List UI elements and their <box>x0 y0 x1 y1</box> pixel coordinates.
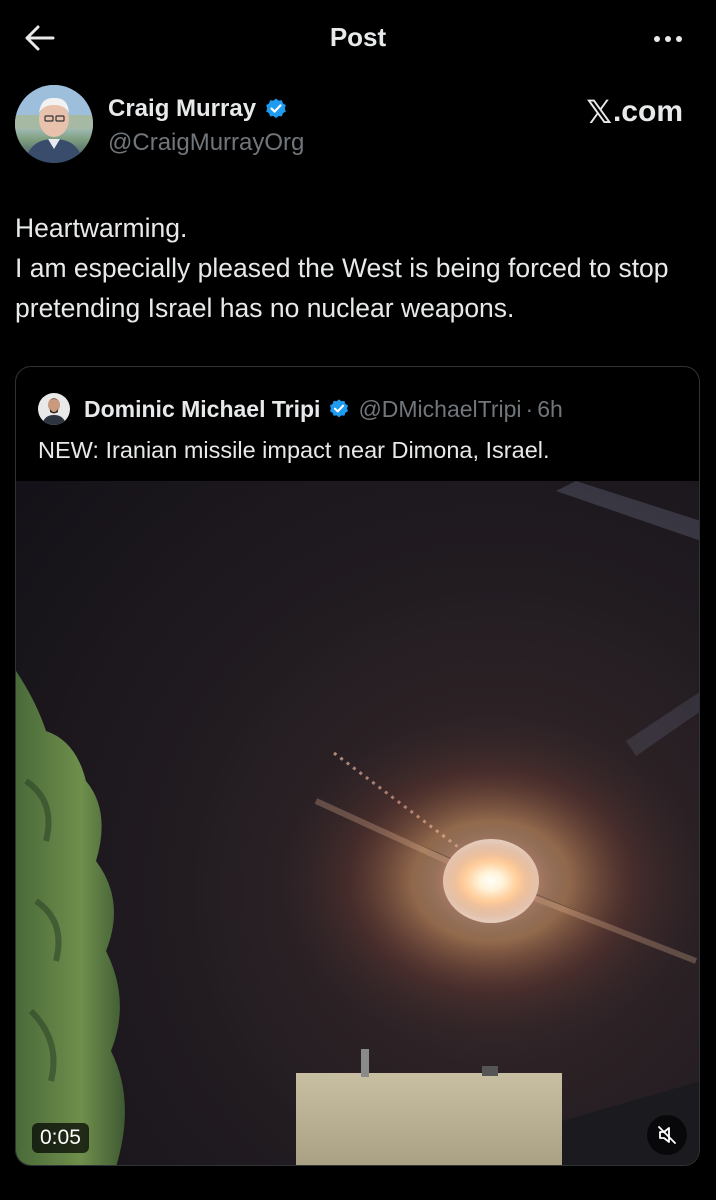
quoted-post-text: NEW: Iranian missile impact near Dimona,… <box>38 437 550 463</box>
avatar-portrait <box>15 85 93 163</box>
quoted-post-time: 6h <box>537 395 563 422</box>
quoted-author-avatar[interactable] <box>38 393 70 425</box>
video-frame <box>16 481 699 1165</box>
author-name-text: Craig Murray <box>108 95 257 122</box>
more-options-button[interactable] <box>646 24 690 54</box>
page-title: Post <box>329 22 387 52</box>
top-bar: Post <box>0 0 716 76</box>
author-name[interactable]: Craig Murray <box>108 95 288 123</box>
video-player[interactable]: 0:05 <box>16 481 699 1165</box>
quoted-avatar-portrait <box>38 393 70 425</box>
quoted-author-name[interactable]: Dominic Michael Tripi <box>84 396 320 423</box>
author-avatar[interactable] <box>15 85 93 163</box>
post-text: Heartwarming. I am especially pleased th… <box>15 213 669 323</box>
quoted-post-header: Dominic Michael Tripi @DMichaelTripi · 6h <box>38 393 563 425</box>
meta-separator: · <box>525 395 534 422</box>
site-domain-text: .com <box>612 95 683 128</box>
post-author: Craig Murray @CraigMurrayOrg 𝕏 .com <box>15 85 701 167</box>
x-logo-icon: 𝕏 <box>586 94 612 130</box>
speaker-muted-icon <box>658 1126 676 1144</box>
quoted-post-card[interactable]: Dominic Michael Tripi @DMichaelTripi · 6h … <box>15 366 700 1166</box>
video-duration: 0:05 <box>32 1123 89 1153</box>
quoted-author-handle[interactable]: @DMichaelTripi <box>358 396 521 423</box>
verified-badge-icon <box>266 98 286 119</box>
x-com-watermark: 𝕏 .com <box>586 93 683 131</box>
author-handle[interactable]: @CraigMurrayOrg <box>108 129 304 157</box>
more-horizontal-icon <box>654 36 682 42</box>
mute-toggle-button[interactable] <box>647 1115 687 1155</box>
verified-badge-icon <box>330 399 349 418</box>
